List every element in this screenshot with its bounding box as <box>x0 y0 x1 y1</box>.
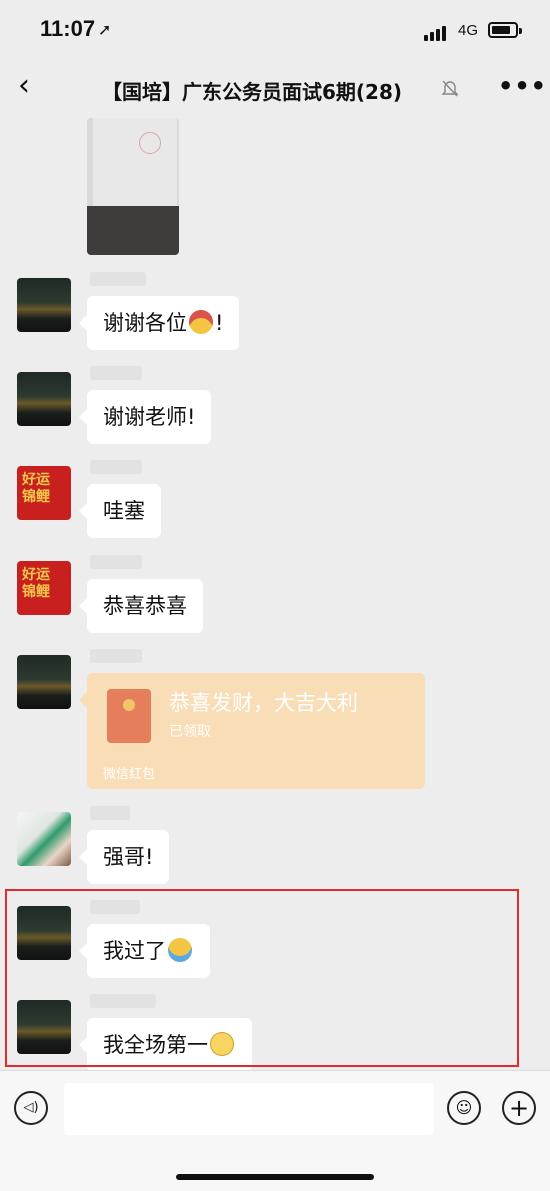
location-arrow-icon: ➚ <box>98 20 112 39</box>
status-bar: 11:07 ➚ 4G <box>0 0 550 56</box>
red-packet-status: 已领取 <box>169 724 211 740</box>
avatar-label: 好运 锦鲤 <box>22 472 50 505</box>
back-chevron-icon[interactable]: ‹ <box>18 68 30 103</box>
status-time: 11:07 <box>40 16 96 41</box>
avatar-label: 好运 锦鲤 <box>22 567 50 600</box>
sender-name <box>90 460 142 474</box>
chat-title: 【国培】广东公务员面试6期(28) <box>102 80 403 104</box>
sender-name <box>90 649 142 663</box>
plus-icon[interactable]: + <box>502 1091 536 1125</box>
avatar[interactable] <box>17 278 71 332</box>
message-bubble[interactable]: 谢谢各位! <box>78 296 240 350</box>
network-label: 4G <box>458 22 479 39</box>
message-bubble[interactable]: 恭喜恭喜 <box>79 579 203 633</box>
mute-bell-icon <box>440 78 460 102</box>
message-text: 谢谢老师! <box>103 405 196 429</box>
message-suffix: ! <box>215 311 224 335</box>
avatar[interactable]: 好运 锦鲤 <box>17 561 71 615</box>
emoji-icon[interactable]: ☺ <box>447 1091 481 1125</box>
signal-icon <box>424 22 448 41</box>
message-bubble[interactable]: 谢谢老师! <box>78 390 212 444</box>
sick-face-icon <box>189 310 213 334</box>
battery-icon <box>488 22 522 38</box>
sender-name <box>90 272 146 286</box>
message-text: 哇塞 <box>103 499 145 523</box>
avatar[interactable] <box>17 372 71 426</box>
highlight-box <box>5 889 519 1067</box>
red-packet-icon <box>107 689 151 743</box>
home-indicator <box>176 1174 374 1180</box>
input-bar: ◁) ☺ + <box>0 1070 550 1191</box>
message-input[interactable] <box>64 1083 434 1135</box>
message-text: 恭喜恭喜 <box>103 594 187 618</box>
avatar[interactable] <box>17 812 71 866</box>
message-text: 强哥! <box>103 845 154 869</box>
chat-header: ‹ 【国培】广东公务员面试6期(28) ••• <box>0 56 550 118</box>
image-message[interactable] <box>87 118 179 255</box>
red-packet-message[interactable]: 恭喜发财，大吉大利 已领取 微信红包 <box>79 673 425 789</box>
message-text: 谢谢各位 <box>103 311 187 335</box>
message-bubble[interactable]: 强哥! <box>78 830 170 884</box>
sender-name <box>90 555 142 569</box>
sender-name <box>90 806 130 820</box>
red-packet-footer: 微信红包 <box>103 767 156 782</box>
avatar[interactable]: 好运 锦鲤 <box>17 466 71 520</box>
voice-icon[interactable]: ◁) <box>14 1091 48 1125</box>
sender-name <box>90 366 142 380</box>
message-bubble[interactable]: 哇塞 <box>79 484 161 538</box>
more-options-button[interactable]: ••• <box>498 72 547 100</box>
red-packet-title: 恭喜发财，大吉大利 <box>169 691 358 715</box>
avatar[interactable] <box>17 655 71 709</box>
